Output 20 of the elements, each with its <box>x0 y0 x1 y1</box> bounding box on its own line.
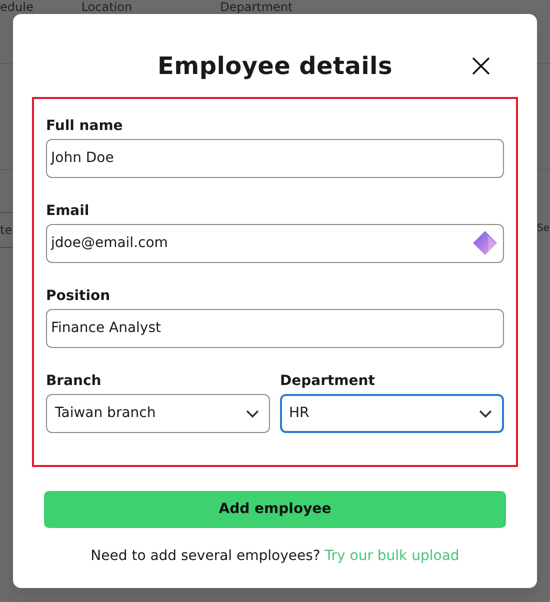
field-label: Branch <box>46 372 102 390</box>
input-field[interactable]: Finance Analyst <box>46 309 504 348</box>
close-icon[interactable] <box>471 56 491 76</box>
select-field[interactable]: Taiwan branch <box>46 394 270 433</box>
diamond-icon <box>472 230 498 256</box>
chevron-icon <box>479 410 492 418</box>
footer-text: Need to add several employees? Try our bulk upload <box>90 547 460 566</box>
column-header: edule <box>0 0 34 14</box>
field-label: Position <box>46 287 110 305</box>
input-field[interactable]: jdoe@email.com <box>46 224 504 263</box>
field-label: Email <box>46 202 90 220</box>
field-label: Full name <box>46 117 123 135</box>
column-header: Department <box>220 0 293 14</box>
add-employee-button[interactable]: Add employee <box>44 491 506 528</box>
select-field[interactable]: HR <box>280 394 504 433</box>
dialog-title: Employee details <box>158 51 392 81</box>
field-label: Department <box>280 372 375 390</box>
chevron-icon <box>246 410 259 418</box>
column-header: Location <box>81 0 132 14</box>
input-field[interactable]: John Doe <box>46 139 504 178</box>
